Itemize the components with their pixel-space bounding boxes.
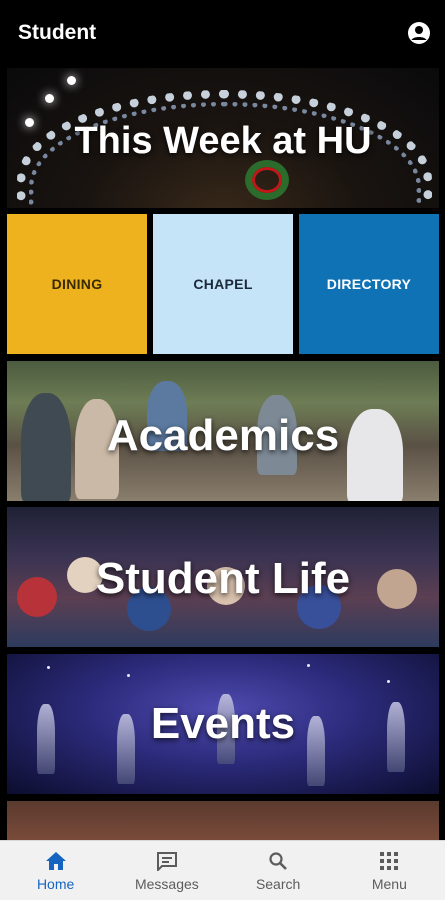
academics-label: Academics	[106, 411, 340, 460]
this-week-banner[interactable]: This Week at HU	[7, 68, 439, 208]
nav-menu[interactable]: Menu	[334, 841, 445, 900]
app-header: Student	[0, 0, 445, 66]
lamp-light	[45, 94, 54, 103]
nav-menu-label: Menu	[371, 876, 407, 892]
confetti	[307, 664, 310, 667]
directory-tile[interactable]: DIRECTORY	[299, 214, 439, 354]
photo-figure	[387, 702, 405, 772]
home-icon	[44, 849, 68, 873]
nav-home-label: Home	[36, 876, 75, 892]
events-label: Events	[150, 699, 296, 748]
photo-figure	[117, 714, 135, 784]
photo-figure	[37, 704, 55, 774]
academics-banner[interactable]: Academics	[7, 361, 439, 501]
student-life-label: Student Life	[95, 554, 351, 603]
nav-search[interactable]: Search	[223, 841, 334, 900]
nav-search-label: Search	[255, 876, 301, 892]
lamp-light	[67, 76, 76, 85]
chapel-label: CHAPEL	[193, 276, 253, 292]
nav-home[interactable]: Home	[0, 841, 111, 900]
dining-tile[interactable]: DINING	[7, 214, 147, 354]
confetti	[387, 680, 390, 683]
bottom-navigation: Home Messages Search Menu	[0, 840, 445, 900]
photo-figure	[17, 577, 57, 617]
grid-menu-icon	[377, 849, 401, 873]
photo-figure	[21, 393, 71, 501]
student-life-banner[interactable]: Student Life	[7, 507, 439, 647]
lamp-light	[25, 118, 34, 127]
directory-label: DIRECTORY	[326, 276, 412, 292]
photo-figure	[377, 569, 417, 609]
photo-figure	[347, 409, 403, 501]
search-icon	[266, 849, 290, 873]
nav-messages-label: Messages	[134, 876, 199, 892]
nav-messages[interactable]: Messages	[111, 841, 222, 900]
photo-figure	[307, 716, 325, 786]
confetti	[127, 674, 130, 677]
this-week-label: This Week at HU	[74, 119, 372, 162]
account-circle-icon[interactable]	[407, 21, 431, 45]
events-banner[interactable]: Events	[7, 654, 439, 794]
chapel-tile[interactable]: CHAPEL	[153, 214, 293, 354]
message-icon	[155, 849, 179, 873]
dining-label: DINING	[51, 276, 103, 292]
wreath-decoration	[245, 160, 289, 200]
next-banner-partial[interactable]	[7, 801, 439, 841]
page-title: Student	[18, 21, 97, 44]
confetti	[47, 666, 50, 669]
